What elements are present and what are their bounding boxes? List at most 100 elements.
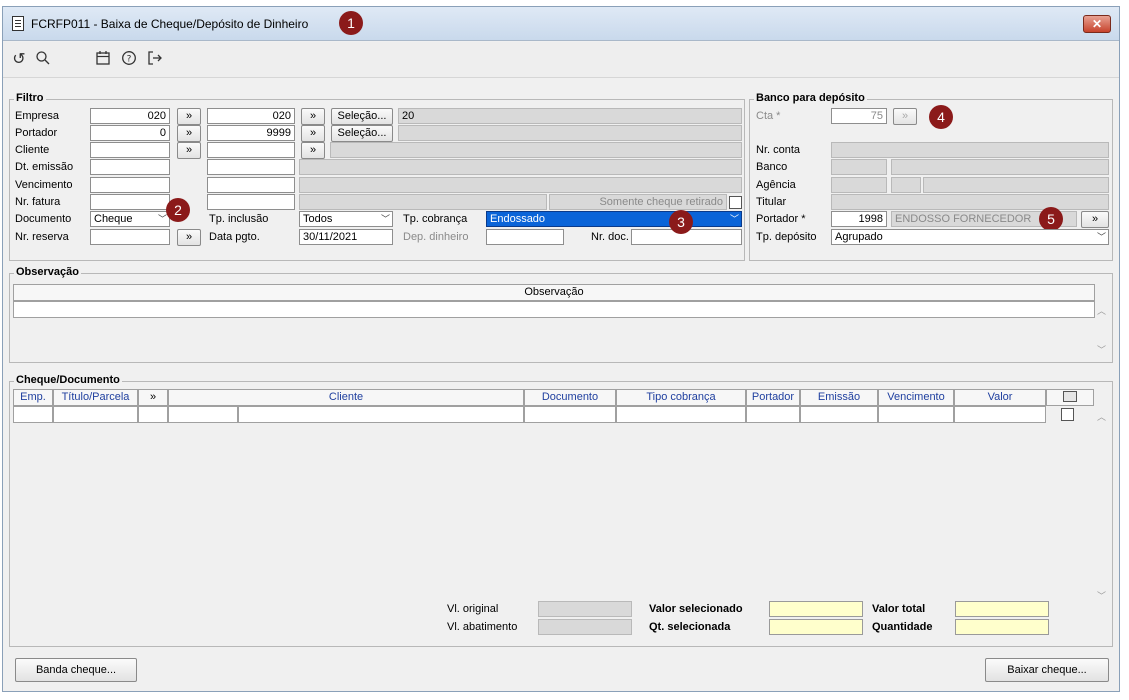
help-icon[interactable]: ? <box>119 50 139 70</box>
vencimento-from-input[interactable] <box>90 177 170 193</box>
marker-1: 1 <box>339 11 363 35</box>
portador-from-input[interactable]: 0 <box>90 125 170 141</box>
portador-banco-expand-button[interactable]: » <box>1081 211 1109 228</box>
somente-cheque-label: Somente cheque retirado <box>549 194 727 210</box>
portador-selecao-button[interactable]: Seleção... <box>331 125 393 142</box>
search-icon[interactable] <box>33 50 53 70</box>
col-documento[interactable]: Documento <box>524 389 616 406</box>
portador-banco-input[interactable]: 1998 <box>831 211 887 227</box>
agencia-digit-field <box>891 177 921 193</box>
marker-5: 5 <box>1039 207 1063 231</box>
documento-select[interactable]: Cheque ﹀ <box>90 211 170 227</box>
data-pgto-input[interactable]: 30/11/2021 <box>299 229 393 245</box>
col-cliente[interactable]: Cliente <box>168 389 524 406</box>
col-tipo-cobranca[interactable]: Tipo cobrança <box>616 389 746 406</box>
titular-label: Titular <box>756 196 787 208</box>
cta-lookup-button[interactable]: » <box>893 108 917 125</box>
col-portador[interactable]: Portador <box>746 389 800 406</box>
row-documento[interactable] <box>524 406 616 423</box>
cliente-to-expand-button[interactable]: » <box>301 142 325 159</box>
row-cliente-code[interactable] <box>168 406 238 423</box>
row-emissao[interactable] <box>800 406 878 423</box>
dep-dinheiro-label: Dep. dinheiro <box>403 231 469 243</box>
valor-total-field <box>955 601 1049 617</box>
portador-expand-button[interactable]: » <box>177 125 201 142</box>
tp-inclusao-select[interactable]: Todos ﹀ <box>299 211 393 227</box>
empresa-from-input[interactable]: 020 <box>90 108 170 124</box>
observacao-row[interactable] <box>13 301 1095 318</box>
banda-cheque-button[interactable]: Banda cheque... <box>15 658 137 682</box>
exit-icon[interactable] <box>145 50 165 70</box>
row-vencimento[interactable] <box>878 406 954 423</box>
col-emissao[interactable]: Emissão <box>800 389 878 406</box>
row-tipo-cobranca[interactable] <box>616 406 746 423</box>
undo-icon[interactable]: ↺ <box>9 50 29 70</box>
portador-to-expand-button[interactable]: » <box>301 125 325 142</box>
marker-3: 3 <box>669 210 693 234</box>
valor-selecionado-label: Valor selecionado <box>649 603 743 615</box>
dt-emissao-from-input[interactable] <box>90 159 170 175</box>
cliente-expand-button[interactable]: » <box>177 142 201 159</box>
title-bar: FCRFP011 - Baixa de Cheque/Depósito de D… <box>3 7 1119 41</box>
svg-text:?: ? <box>127 55 132 65</box>
vencimento-to-input[interactable] <box>207 177 295 193</box>
chevron-down-icon: ﹀ <box>157 214 167 224</box>
row-select-checkbox[interactable] <box>1061 408 1074 421</box>
tp-cobranca-select[interactable]: Endossado ﹀ <box>486 211 742 227</box>
row-expand[interactable] <box>138 406 168 423</box>
dep-dinheiro-input[interactable] <box>486 229 564 245</box>
col-emp[interactable]: Emp. <box>13 389 53 406</box>
valor-total-label: Valor total <box>872 603 926 615</box>
cliente-from-input[interactable] <box>90 142 170 158</box>
cliente-label: Cliente <box>15 144 50 156</box>
banco-label: Banco <box>756 161 788 173</box>
portador-to-input[interactable]: 9999 <box>207 125 295 141</box>
banco-name-field <box>891 159 1109 175</box>
row-emp[interactable] <box>13 406 53 423</box>
nr-fatura-label: Nr. fatura <box>15 196 61 208</box>
row-portador[interactable] <box>746 406 800 423</box>
portador-description <box>398 125 742 141</box>
vl-abatimento-field <box>538 619 632 635</box>
empresa-to-expand-button[interactable]: » <box>301 108 325 125</box>
somente-cheque-checkbox[interactable] <box>729 196 742 209</box>
vencimento-label: Vencimento <box>15 179 73 191</box>
nr-fatura-from-input[interactable] <box>90 194 170 210</box>
col-expand[interactable]: » <box>138 389 168 406</box>
col-vencimento[interactable]: Vencimento <box>878 389 954 406</box>
nr-doc-label: Nr. doc. <box>591 231 629 243</box>
tp-deposito-select[interactable]: Agrupado ﹀ <box>831 229 1109 245</box>
grid-scroll-up-icon[interactable]: ︿ <box>1097 410 1106 423</box>
dt-emissao-to-input[interactable] <box>207 159 295 175</box>
cta-input[interactable]: 75 <box>831 108 887 124</box>
baixar-cheque-button[interactable]: Baixar cheque... <box>985 658 1109 682</box>
data-pgto-label: Data pgto. <box>209 231 260 243</box>
valor-selecionado-field <box>769 601 863 617</box>
scroll-down-icon[interactable]: ﹀ <box>1097 343 1106 356</box>
col-select-all[interactable] <box>1046 389 1094 406</box>
empresa-expand-button[interactable]: » <box>177 108 201 125</box>
qt-selecionada-field <box>769 619 863 635</box>
row-cliente-name[interactable] <box>238 406 524 423</box>
scroll-up-icon[interactable]: ︿ <box>1097 304 1106 317</box>
row-valor[interactable] <box>954 406 1046 423</box>
vl-abatimento-label: Vl. abatimento <box>447 621 518 633</box>
col-valor[interactable]: Valor <box>954 389 1046 406</box>
select-all-checkbox[interactable] <box>1063 391 1077 402</box>
nr-reserva-input[interactable] <box>90 229 170 245</box>
row-titulo-parcela[interactable] <box>53 406 138 423</box>
filtro-title: Filtro <box>14 92 46 104</box>
dt-emissao-description <box>299 159 742 175</box>
cliente-to-input[interactable] <box>207 142 295 158</box>
vl-original-label: Vl. original <box>447 603 499 615</box>
agencia-label: Agência <box>756 179 796 191</box>
calendar-icon[interactable] <box>93 50 113 70</box>
nr-fatura-to-input[interactable] <box>207 194 295 210</box>
close-button[interactable]: ✕ <box>1083 15 1111 33</box>
nr-conta-field <box>831 142 1109 158</box>
col-titulo-parcela[interactable]: Título/Parcela <box>53 389 138 406</box>
grid-scroll-down-icon[interactable]: ﹀ <box>1097 589 1106 602</box>
empresa-to-input[interactable]: 020 <box>207 108 295 124</box>
empresa-selecao-button[interactable]: Seleção... <box>331 108 393 125</box>
nr-reserva-expand-button[interactable]: » <box>177 229 201 246</box>
